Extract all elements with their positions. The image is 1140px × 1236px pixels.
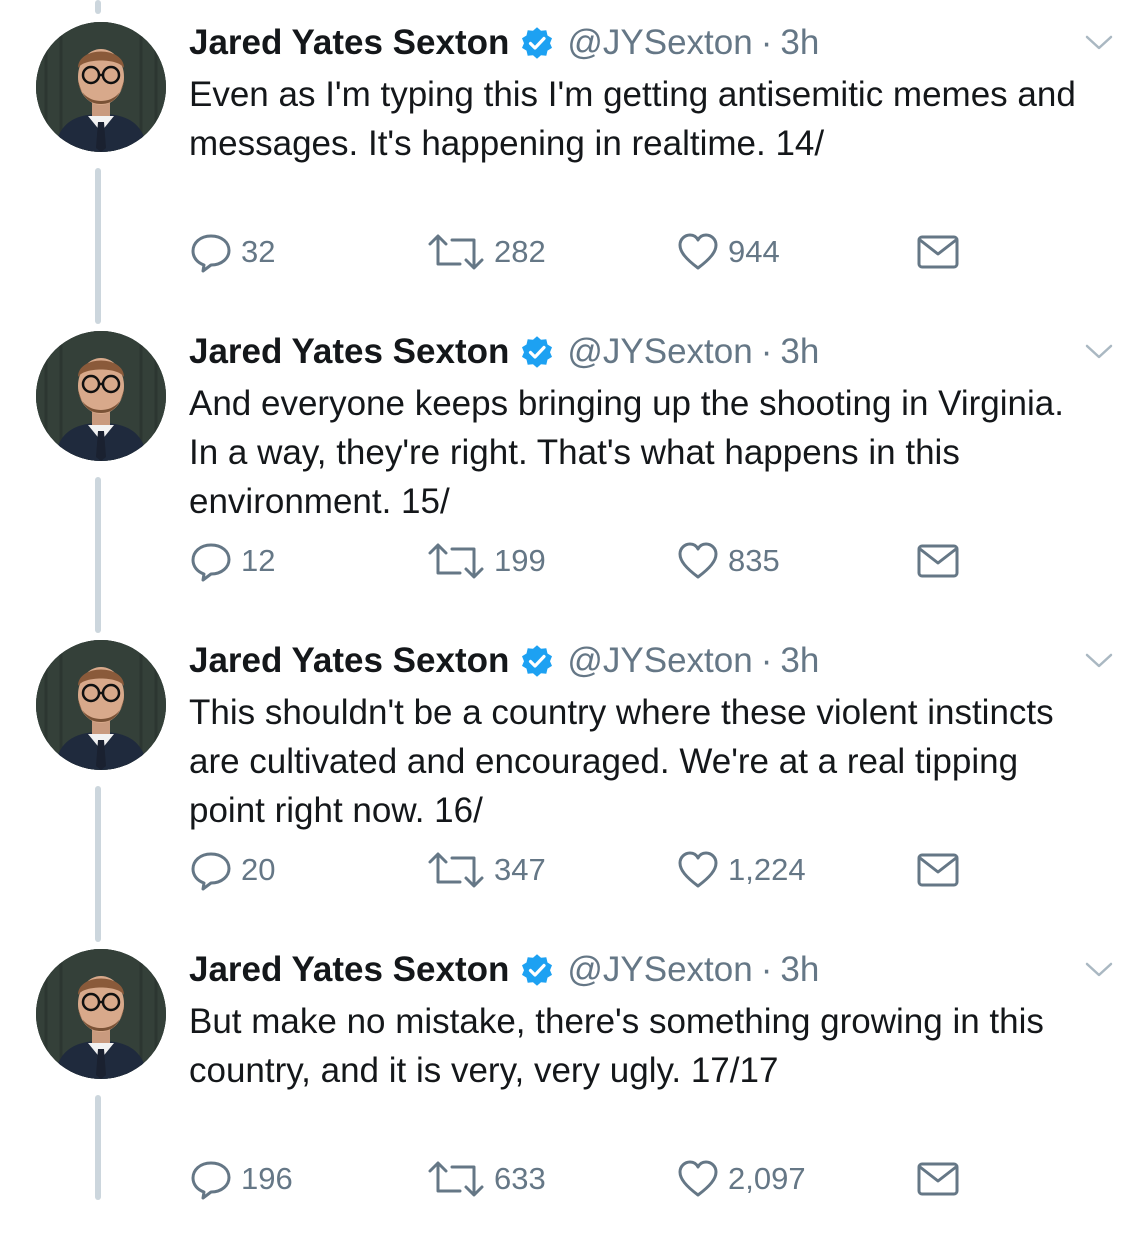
chevron-down-icon[interactable] <box>1084 650 1114 672</box>
heart-icon <box>678 233 718 270</box>
separator-dot: · <box>760 332 773 371</box>
envelope-icon <box>917 853 959 887</box>
separator-dot: · <box>760 950 773 989</box>
tweet-actions: 20 347 1,224 <box>189 848 989 892</box>
reply-icon <box>191 1161 231 1200</box>
retweet-icon <box>428 543 484 579</box>
timestamp[interactable]: 3h <box>780 950 819 990</box>
direct-message-button[interactable] <box>916 1157 960 1201</box>
heart-icon <box>678 1160 718 1197</box>
envelope-icon <box>917 544 959 578</box>
avatar[interactable] <box>36 22 166 152</box>
tweet-text: This shouldn't be a country where these … <box>189 693 1054 830</box>
retweet-icon <box>428 234 484 270</box>
like-count: 944 <box>728 234 780 269</box>
tweet-header: Jared Yates Sexton @JYSexton · 3h <box>189 638 819 684</box>
like-count: 835 <box>728 543 780 578</box>
reply-icon <box>191 543 231 582</box>
reply-count: 196 <box>241 1161 293 1196</box>
tweet[interactable]: Jared Yates Sexton @JYSexton · 3h Even a… <box>0 0 1140 309</box>
verified-badge-icon <box>521 27 553 59</box>
tweet-text: But make no mistake, there's something g… <box>189 1002 1044 1090</box>
reply-button[interactable]: 196 <box>189 1157 293 1201</box>
timestamp[interactable]: 3h <box>780 23 819 63</box>
reply-count: 20 <box>241 852 276 887</box>
avatar[interactable] <box>36 640 166 770</box>
author-name[interactable]: Jared Yates Sexton <box>189 332 509 372</box>
reply-count: 32 <box>241 234 276 269</box>
retweet-button[interactable]: 199 <box>426 539 546 583</box>
heart-icon <box>678 542 718 579</box>
tweet-header: Jared Yates Sexton @JYSexton · 3h <box>189 329 819 375</box>
tweet-actions: 32 282 944 <box>189 230 989 274</box>
retweet-count: 633 <box>494 1161 546 1196</box>
reply-button[interactable]: 20 <box>189 848 275 892</box>
verified-badge-icon <box>521 336 553 368</box>
author-name[interactable]: Jared Yates Sexton <box>189 23 509 63</box>
like-button[interactable]: 944 <box>676 230 780 274</box>
avatar[interactable] <box>36 949 166 1079</box>
heart-icon <box>678 851 718 888</box>
separator-dot: · <box>760 641 773 680</box>
author-handle[interactable]: @JYSexton <box>567 332 752 372</box>
tweet[interactable]: Jared Yates Sexton @JYSexton · 3h And ev… <box>0 309 1140 618</box>
tweet-actions: 12 199 835 <box>189 539 989 583</box>
tweet-header: Jared Yates Sexton @JYSexton · 3h <box>189 947 819 993</box>
reply-icon <box>191 852 231 891</box>
author-handle[interactable]: @JYSexton <box>567 23 752 63</box>
avatar[interactable] <box>36 331 166 461</box>
tweet-text: Even as I'm typing this I'm getting anti… <box>189 75 1076 163</box>
chevron-down-icon[interactable] <box>1084 341 1114 363</box>
author-name[interactable]: Jared Yates Sexton <box>189 950 509 990</box>
timestamp[interactable]: 3h <box>780 641 819 681</box>
chevron-down-icon[interactable] <box>1084 32 1114 54</box>
like-count: 1,224 <box>728 852 806 887</box>
verified-badge-icon <box>521 645 553 677</box>
tweet[interactable]: Jared Yates Sexton @JYSexton · 3h But ma… <box>0 927 1140 1236</box>
like-button[interactable]: 835 <box>676 539 780 583</box>
like-count: 2,097 <box>728 1161 806 1196</box>
retweet-button[interactable]: 282 <box>426 230 546 274</box>
retweet-icon <box>428 852 484 888</box>
separator-dot: · <box>760 23 773 62</box>
reply-icon <box>191 234 231 273</box>
retweet-count: 282 <box>494 234 546 269</box>
reply-count: 12 <box>241 543 276 578</box>
retweet-count: 199 <box>494 543 546 578</box>
tweet-header: Jared Yates Sexton @JYSexton · 3h <box>189 20 819 66</box>
retweet-count: 347 <box>494 852 546 887</box>
chevron-down-icon[interactable] <box>1084 959 1114 981</box>
envelope-icon <box>917 1162 959 1196</box>
author-handle[interactable]: @JYSexton <box>567 950 752 990</box>
direct-message-button[interactable] <box>916 539 960 583</box>
tweet-text: And everyone keeps bringing up the shoot… <box>189 384 1064 521</box>
retweet-icon <box>428 1161 484 1197</box>
direct-message-button[interactable] <box>916 230 960 274</box>
direct-message-button[interactable] <box>916 848 960 892</box>
author-name[interactable]: Jared Yates Sexton <box>189 641 509 681</box>
tweet[interactable]: Jared Yates Sexton @JYSexton · 3h This s… <box>0 618 1140 927</box>
like-button[interactable]: 2,097 <box>676 1157 806 1201</box>
author-handle[interactable]: @JYSexton <box>567 641 752 681</box>
verified-badge-icon <box>521 954 553 986</box>
like-button[interactable]: 1,224 <box>676 848 806 892</box>
retweet-button[interactable]: 347 <box>426 848 546 892</box>
reply-button[interactable]: 32 <box>189 230 275 274</box>
timestamp[interactable]: 3h <box>780 332 819 372</box>
tweet-actions: 196 633 2,097 <box>189 1157 989 1201</box>
retweet-button[interactable]: 633 <box>426 1157 546 1201</box>
reply-button[interactable]: 12 <box>189 539 275 583</box>
envelope-icon <box>917 235 959 269</box>
